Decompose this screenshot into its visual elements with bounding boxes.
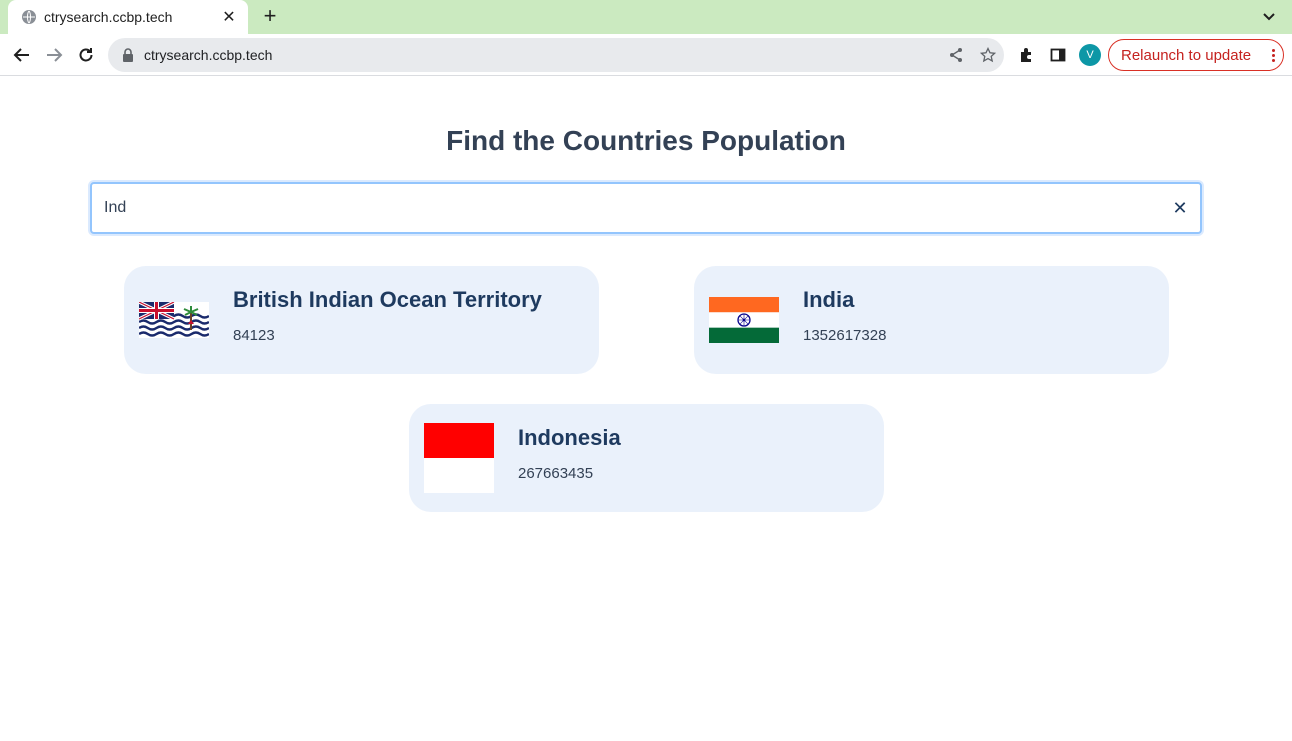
page-content: Find the Countries Population ✕ xyxy=(0,77,1292,741)
tab-search-icon[interactable] xyxy=(1260,7,1278,25)
relaunch-to-update-button[interactable]: Relaunch to update xyxy=(1108,39,1284,71)
tab-title: ctrysearch.ccbp.tech xyxy=(44,9,173,25)
profile-avatar[interactable]: V xyxy=(1079,44,1101,66)
reload-icon[interactable] xyxy=(74,43,98,67)
back-icon[interactable] xyxy=(10,43,34,67)
url-text: ctrysearch.ccbp.tech xyxy=(144,47,273,63)
browser-tab[interactable]: ctrysearch.ccbp.tech ✕ xyxy=(8,0,248,34)
globe-icon xyxy=(22,10,36,24)
search-input[interactable] xyxy=(92,184,1160,232)
browser-toolbar: ctrysearch.ccbp.tech V Relaunch to updat… xyxy=(0,34,1292,76)
address-bar[interactable]: ctrysearch.ccbp.tech xyxy=(108,38,1004,72)
forward-icon[interactable] xyxy=(42,43,66,67)
country-population: 267663435 xyxy=(518,464,594,482)
new-tab-button[interactable]: + xyxy=(258,5,282,29)
country-population: 84123 xyxy=(233,326,275,344)
country-card: Indonesia 267663435 xyxy=(409,404,884,512)
country-name: Indonesia xyxy=(518,424,621,450)
country-name: India xyxy=(803,286,855,312)
country-info: Indonesia 267663435 xyxy=(518,425,621,482)
country-population: 1352617328 xyxy=(803,326,887,344)
country-name: British Indian Ocean Territory xyxy=(233,286,542,312)
bookmark-star-icon[interactable] xyxy=(972,38,1004,72)
indonesia-flag xyxy=(424,423,494,493)
india-flag xyxy=(709,297,779,343)
close-tab-icon[interactable]: ✕ xyxy=(220,7,238,27)
more-menu-icon[interactable] xyxy=(1263,48,1283,62)
country-info: British Indian Ocean Territory 84123 xyxy=(233,287,542,344)
relaunch-label: Relaunch to update xyxy=(1121,46,1252,64)
country-card: British Indian Ocean Territory 84123 xyxy=(124,266,599,374)
country-card: India 1352617328 xyxy=(694,266,1169,374)
share-icon[interactable] xyxy=(940,38,972,72)
clear-search-icon[interactable]: ✕ xyxy=(1160,184,1200,232)
search-box: ✕ xyxy=(90,182,1202,234)
extensions-puzzle-icon[interactable] xyxy=(1014,43,1038,67)
country-info: India 1352617328 xyxy=(803,287,886,344)
tab-strip: ctrysearch.ccbp.tech ✕ + xyxy=(0,0,1292,34)
lock-icon xyxy=(122,48,134,62)
british-indian-ocean-territory-flag xyxy=(139,297,209,343)
page-title: Find the Countries Population xyxy=(446,125,846,156)
side-panel-icon[interactable] xyxy=(1046,43,1070,67)
